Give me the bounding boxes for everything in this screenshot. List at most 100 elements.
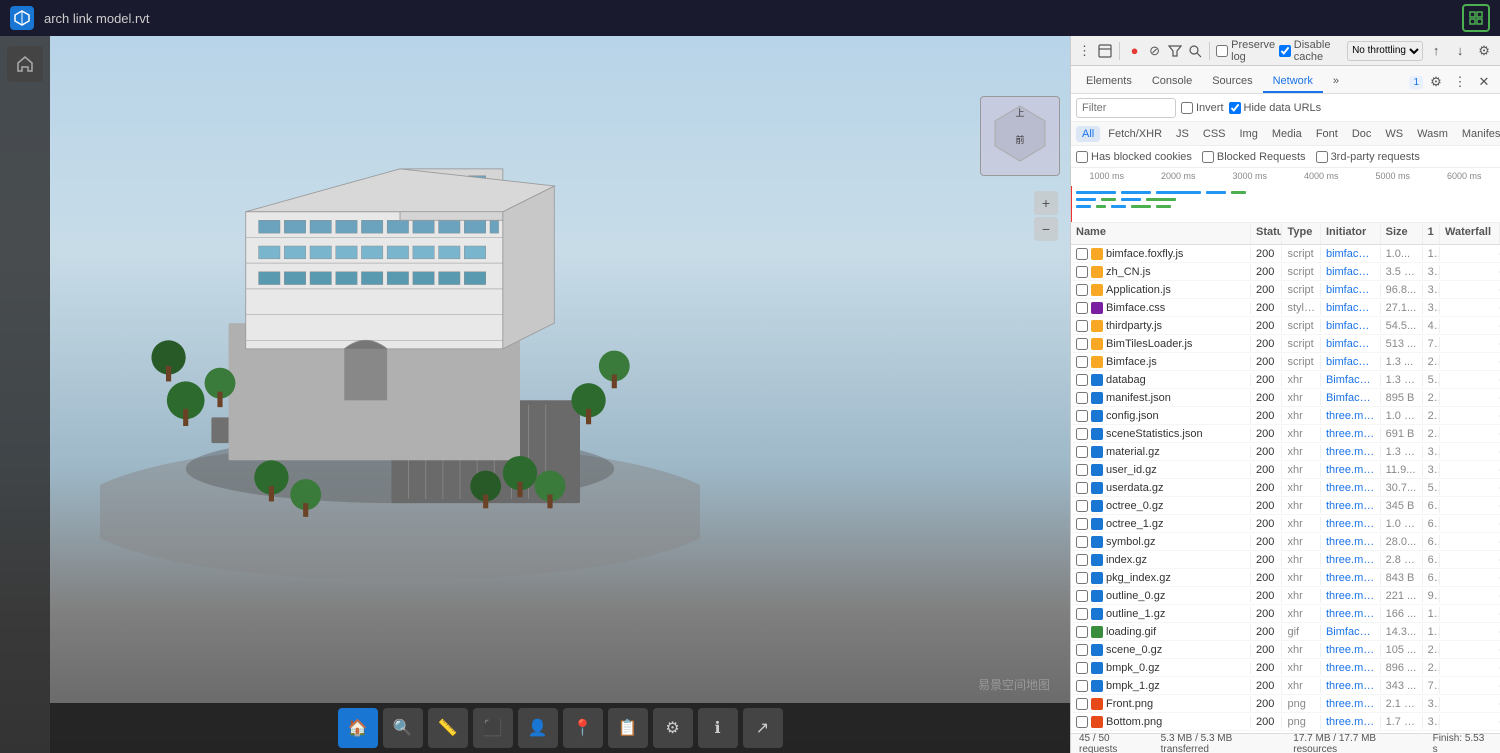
home-btn[interactable]: 🏠 — [338, 708, 378, 748]
row-checkbox[interactable] — [1076, 680, 1088, 692]
throttling-select[interactable]: No throttling — [1347, 41, 1423, 61]
stop-btn[interactable]: ⊘ — [1146, 40, 1163, 62]
record-btn[interactable]: ● — [1126, 40, 1143, 62]
network-table[interactable]: Name Status Type Initiator Size 1 Waterf… — [1071, 223, 1500, 733]
filter-toggle-btn[interactable] — [1166, 40, 1183, 62]
table-row[interactable]: scene_0.gz 200 xhr three.min.js:6 105 ..… — [1071, 641, 1500, 659]
blocked-requests-checkbox[interactable] — [1202, 151, 1214, 163]
invert-label[interactable]: Invert — [1181, 102, 1224, 114]
tab-more[interactable]: » — [1323, 71, 1349, 93]
table-row[interactable]: octree_1.gz 200 xhr three.min.js:6 1.0 k… — [1071, 515, 1500, 533]
devtools-dock-btn[interactable] — [1096, 40, 1113, 62]
fullscreen-btn[interactable]: ↗ — [743, 708, 783, 748]
table-row[interactable]: zh_CN.js 200 script bimface.ind... 3.5 k… — [1071, 263, 1500, 281]
table-row[interactable]: bmpk_1.gz 200 xhr three.min.js:6 343 ...… — [1071, 677, 1500, 695]
blocked-cookies-label[interactable]: Has blocked cookies — [1076, 151, 1192, 163]
table-row[interactable]: bmpk_0.gz 200 xhr three.min.js:6 896 ...… — [1071, 659, 1500, 677]
row-checkbox[interactable] — [1076, 302, 1088, 314]
annotation-btn[interactable]: 📍 — [563, 708, 603, 748]
type-font[interactable]: Font — [1310, 126, 1344, 142]
dt-more-btn[interactable]: ⋮ — [1449, 71, 1471, 93]
row-checkbox[interactable] — [1076, 626, 1088, 638]
row-checkbox[interactable] — [1076, 266, 1088, 278]
table-row[interactable]: sceneStatistics.json 200 xhr three.min.j… — [1071, 425, 1500, 443]
nav-cube[interactable]: 上 前 — [980, 96, 1060, 176]
row-checkbox[interactable] — [1076, 356, 1088, 368]
type-manifest[interactable]: Manifest — [1456, 126, 1500, 142]
row-checkbox[interactable] — [1076, 320, 1088, 332]
table-row[interactable]: thirdparty.js 200 script bimface.ind... … — [1071, 317, 1500, 335]
hide-data-urls-checkbox[interactable] — [1229, 102, 1241, 114]
row-checkbox[interactable] — [1076, 338, 1088, 350]
search-network-btn[interactable] — [1186, 40, 1203, 62]
tab-console[interactable]: Console — [1142, 71, 1202, 93]
type-all[interactable]: All — [1076, 126, 1100, 142]
type-img[interactable]: Img — [1234, 126, 1264, 142]
col-initiator[interactable]: Initiator — [1321, 223, 1381, 244]
dt-close-btn[interactable]: ✕ — [1473, 71, 1495, 93]
row-checkbox[interactable] — [1076, 644, 1088, 656]
type-css[interactable]: CSS — [1197, 126, 1232, 142]
row-checkbox[interactable] — [1076, 662, 1088, 674]
row-checkbox[interactable] — [1076, 464, 1088, 476]
section-btn[interactable]: ⬛ — [473, 708, 513, 748]
row-checkbox[interactable] — [1076, 608, 1088, 620]
table-row[interactable]: Application.js 200 script bimface.ind...… — [1071, 281, 1500, 299]
disable-cache-label[interactable]: Disable cache — [1279, 39, 1344, 63]
row-checkbox[interactable] — [1076, 536, 1088, 548]
zoom-in-btn[interactable]: + — [1034, 191, 1058, 215]
table-row[interactable]: bimface.foxfly.js 200 script bimface.ind… — [1071, 245, 1500, 263]
blocked-cookies-checkbox[interactable] — [1076, 151, 1088, 163]
home-view-btn[interactable] — [7, 46, 43, 82]
table-row[interactable]: loading.gif 200 gif Bimface.css 14.3... … — [1071, 623, 1500, 641]
row-checkbox[interactable] — [1076, 698, 1088, 710]
row-checkbox[interactable] — [1076, 500, 1088, 512]
preserve-log-label[interactable]: Preserve log — [1216, 39, 1276, 63]
row-checkbox[interactable] — [1076, 428, 1088, 440]
dt-settings-btn[interactable]: ⚙ — [1425, 71, 1447, 93]
type-ws[interactable]: WS — [1379, 126, 1409, 142]
devtools-menu-btn[interactable]: ⋮ — [1076, 40, 1093, 62]
col-status[interactable]: Status — [1251, 223, 1282, 244]
table-row[interactable]: userdata.gz 200 xhr three.min.js:6 30.7.… — [1071, 479, 1500, 497]
table-row[interactable]: databag 200 xhr Bimface.js:1 1.3 kB 5. — [1071, 371, 1500, 389]
search-btn[interactable]: 🔍 — [383, 708, 423, 748]
row-checkbox[interactable] — [1076, 572, 1088, 584]
third-party-checkbox[interactable] — [1316, 151, 1328, 163]
blocked-requests-label[interactable]: Blocked Requests — [1202, 151, 1306, 163]
preserve-log-checkbox[interactable] — [1216, 45, 1228, 57]
import-btn[interactable]: ↑ — [1425, 40, 1447, 62]
table-row[interactable]: Bimface.css 200 style... bimface.ind... … — [1071, 299, 1500, 317]
invert-checkbox[interactable] — [1181, 102, 1193, 114]
row-checkbox[interactable] — [1076, 248, 1088, 260]
info-btn[interactable]: ℹ — [698, 708, 738, 748]
row-checkbox[interactable] — [1076, 410, 1088, 422]
type-doc[interactable]: Doc — [1346, 126, 1378, 142]
filter-input[interactable] — [1076, 98, 1176, 118]
network-settings-btn[interactable]: ⚙ — [1473, 40, 1495, 62]
row-checkbox[interactable] — [1076, 518, 1088, 530]
row-checkbox[interactable] — [1076, 590, 1088, 602]
row-checkbox[interactable] — [1076, 374, 1088, 386]
tab-elements[interactable]: Elements — [1076, 71, 1142, 93]
table-row[interactable]: BimTilesLoader.js 200 script bimface.ind… — [1071, 335, 1500, 353]
col-waterfall[interactable]: Waterfall — [1440, 223, 1500, 244]
tab-sources[interactable]: Sources — [1202, 71, 1262, 93]
settings-btn[interactable]: ⚙ — [653, 708, 693, 748]
disable-cache-checkbox[interactable] — [1279, 45, 1291, 57]
type-media[interactable]: Media — [1266, 126, 1308, 142]
table-row[interactable]: material.gz 200 xhr three.min.js:6 1.3 k… — [1071, 443, 1500, 461]
hide-data-urls-label[interactable]: Hide data URLs — [1229, 102, 1322, 114]
row-checkbox[interactable] — [1076, 716, 1088, 728]
row-checkbox[interactable] — [1076, 392, 1088, 404]
zoom-out-btn[interactable]: − — [1034, 217, 1058, 241]
measure-btn[interactable]: 📏 — [428, 708, 468, 748]
row-checkbox[interactable] — [1076, 446, 1088, 458]
col-name[interactable]: Name — [1071, 223, 1251, 244]
table-row[interactable]: user_id.gz 200 xhr three.min.js:6 11.9..… — [1071, 461, 1500, 479]
row-checkbox[interactable] — [1076, 482, 1088, 494]
third-party-label[interactable]: 3rd-party requests — [1316, 151, 1420, 163]
table-row[interactable]: pkg_index.gz 200 xhr three.min.js:6 843 … — [1071, 569, 1500, 587]
table-row[interactable]: config.json 200 xhr three.min.js:6 1.0 k… — [1071, 407, 1500, 425]
table-row[interactable]: index.gz 200 xhr three.min.js:6 2.8 kB 6… — [1071, 551, 1500, 569]
